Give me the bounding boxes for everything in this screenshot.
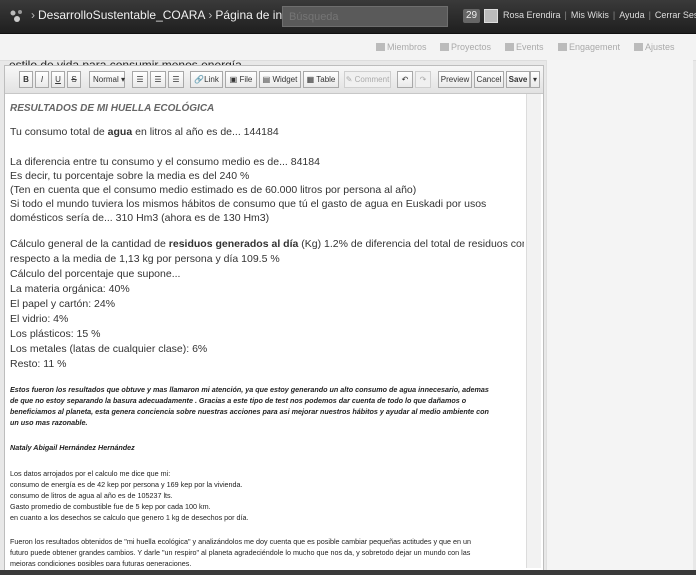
table-icon: ▦ [306,75,317,84]
data-block: Los datos arrojados por el calculo me di… [10,468,524,523]
file-button[interactable]: ▣ File [225,71,257,88]
cancel-button[interactable]: Cancel [474,71,504,88]
breadcrumb-separator: › [208,8,213,22]
comment-button[interactable]: ✎ Comment [344,71,391,88]
nav-projects[interactable]: Proyectos [440,42,491,52]
text-line: beneficiamos al planeta, esta genera con… [10,407,489,416]
strikethrough-button[interactable]: S [67,71,81,88]
breadcrumb-wiki-link[interactable]: DesarrolloSustentable_COARA [38,8,205,22]
sign-out-link[interactable]: Cerrar Sesión [655,10,696,20]
text-line: consumo de energía es de 42 kep por pers… [10,480,243,489]
text-line: Los metales (latas de cualquier clase): … [10,343,208,355]
text-line: La materia orgánica: 40% [10,283,130,295]
water-consumption-line: Tu consumo total de agua en litros al añ… [10,126,279,138]
underline-button[interactable]: U [51,71,65,88]
text-line: Cálculo del porcentaje que supone... [10,268,181,280]
redo-button[interactable]: ↷ [415,71,431,88]
editor-scrollbar[interactable] [526,94,541,568]
avatar[interactable] [484,9,498,23]
text-line: futuro puede obtener grandes cambios. Y … [10,548,471,557]
editor-toolbar: B I U S Normal ▾ ☰ ☰ ☰ 🔗Link ▣ File ▤ Wi… [5,66,543,94]
preview-button[interactable]: Preview [438,71,472,88]
results-title: RESULTADOS DE MI HUELLA ECOLÓGICA [10,103,215,114]
numbered-list-icon: ☰ [154,75,162,84]
notification-badge[interactable]: 29 [463,9,481,23]
members-icon [376,43,385,51]
editor: B I U S Normal ▾ ☰ ☰ ☰ 🔗Link ▣ File ▤ Wi… [4,65,544,572]
breadcrumb-separator: › [31,8,35,22]
nav-settings[interactable]: Ajustes [634,42,675,52]
bullet-list-button[interactable]: ☰ [132,71,148,88]
search-input[interactable] [282,6,448,27]
save-button[interactable]: Save [506,71,530,88]
text-line: Es decir, tu porcentaje sobre la media e… [10,170,250,182]
widget-button[interactable]: ▤ Widget [259,71,301,88]
format-select[interactable]: Normal ▾ [89,71,125,88]
text-line: Estos fueron los resultados que obtuve y… [10,385,489,394]
text-line: Resto: 11 % [10,358,67,370]
comment-icon: ✎ [345,75,355,84]
text-line: El papel y cartón: 24% [10,298,116,310]
undo-icon: ↶ [401,75,409,84]
text-line: Los datos arrojados por el calculo me di… [10,469,171,478]
text-line: de que no estoy separando la basura adec… [10,396,467,405]
nav-engagement[interactable]: Engagement [558,42,620,52]
text-line: Fueron los resultados obtenidos de "mi h… [10,537,472,546]
text-line: domésticos sería de... 310 Hm3 (ahora es… [10,212,270,224]
text-line: Si todo el mundo tuviera los mismos hábi… [10,198,487,210]
text-line: La diferencia entre tu consumo y el cons… [10,156,320,168]
waste-block: Cálculo general de la cantidad de residu… [10,237,524,372]
reflection-block: Estos fueron los resultados que obtuve y… [10,384,524,428]
breadcrumb: › DesarrolloSustentable_COARA › Página de i… [28,8,300,22]
text-line: El vidrio: 4% [10,313,69,325]
numbered-list-button[interactable]: ☰ [150,71,166,88]
chevron-down-icon: ▾ [118,75,126,84]
text-line: Gasto promedio de combustible fue de 5 k… [10,502,211,511]
wiki-logo-icon[interactable] [9,9,25,23]
text-line: (Ten en cuenta que el consumo medio esti… [10,184,417,196]
link-button[interactable]: 🔗Link [190,71,223,88]
waste-line: Cálculo general de la cantidad de residu… [10,238,524,250]
user-menu: Rosa Erendira|Mis Wikis|Ayuda|Cerrar Ses… [503,10,696,20]
my-wikis-link[interactable]: Mis Wikis [571,10,609,20]
redo-icon: ↷ [419,75,427,84]
text-line: respecto a la media de 1,13 kg por perso… [10,253,280,265]
bold-button[interactable]: B [19,71,33,88]
engagement-icon [558,43,567,51]
author-name: Nataly Abigail Hernández Hernández [10,443,135,452]
help-link[interactable]: Ayuda [619,10,644,20]
bullet-list-icon: ☰ [136,75,144,84]
conclusion-block: Fueron los resultados obtenidos de "mi h… [10,536,524,566]
text-line: consumo de litros de agua al año es de 1… [10,491,173,500]
text-line: en cuanto a los desechos se calculo que … [10,513,249,522]
events-icon [505,43,514,51]
undo-button[interactable]: ↶ [397,71,413,88]
nav-events[interactable]: Events [505,42,544,52]
widget-icon: ▤ [262,75,273,84]
text-line: mejoras condiciones posibles para futura… [10,559,192,566]
bottom-bar [0,570,696,575]
right-sidebar [546,60,693,570]
water-difference-block: La diferencia entre tu consumo y el cons… [10,155,524,225]
user-profile-link[interactable]: Rosa Erendira [503,10,561,20]
file-icon: ▣ [229,75,240,84]
indent-icon: ☰ [172,75,180,84]
projects-icon [440,43,449,51]
nav-members[interactable]: Miembros [376,42,427,52]
link-icon: 🔗 [194,75,205,84]
table-button[interactable]: ▦ Table [303,71,339,88]
gear-icon [634,43,643,51]
indent-button[interactable]: ☰ [168,71,184,88]
chevron-down-icon: ▾ [532,75,537,84]
text-line: Los plásticos: 15 % [10,328,101,340]
save-options-dropdown[interactable]: ▾ [530,71,540,88]
text-line: un uso mas razonable. [10,418,88,427]
top-bar: › DesarrolloSustentable_COARA › Página de i… [0,0,696,34]
editor-content[interactable]: RESULTADOS DE MI HUELLA ECOLÓGICA Tu con… [10,100,524,566]
italic-button[interactable]: I [35,71,49,88]
